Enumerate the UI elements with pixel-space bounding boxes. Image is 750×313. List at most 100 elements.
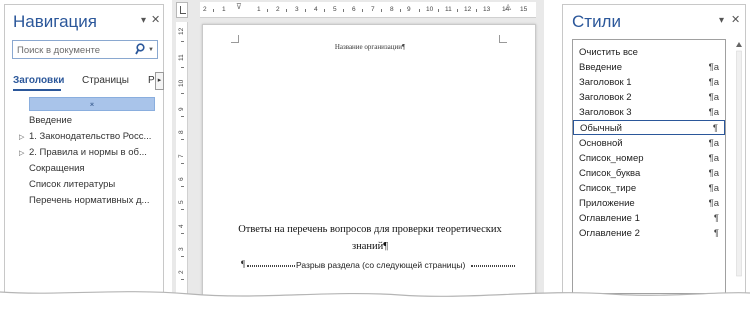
paragraph-style-icon: ¶ bbox=[713, 228, 719, 239]
style-item[interactable]: Приложение ¶a bbox=[573, 196, 725, 211]
style-name: Введение bbox=[579, 62, 623, 73]
close-icon[interactable]: ✕ bbox=[731, 15, 740, 26]
styles-pane: Стили ▾ ✕ Очистить все Введение ¶a Заголо… bbox=[562, 4, 746, 294]
title-line-1: Ответы на перечень вопросов для проверки… bbox=[238, 224, 502, 235]
collapse-icon: ⌅ bbox=[88, 99, 96, 108]
expand-triangle-icon[interactable]: ▷ bbox=[19, 133, 29, 141]
ruler-tick: 6 bbox=[352, 6, 356, 13]
tab-pages[interactable]: Страницы bbox=[82, 75, 129, 86]
style-name: Список_тире bbox=[579, 183, 637, 194]
tab-headings[interactable]: Заголовки bbox=[13, 75, 64, 86]
style-name: Основной bbox=[579, 138, 623, 149]
ruler-tick: 1 bbox=[222, 6, 226, 13]
expand-triangle-icon[interactable]: ▷ bbox=[19, 149, 29, 157]
style-item[interactable]: Список_буква ¶a bbox=[573, 166, 725, 181]
pane-options-icon[interactable]: ▾ bbox=[719, 16, 724, 26]
nav-item-regulations[interactable]: Перечень нормативных д... bbox=[29, 195, 149, 206]
ruler-tick: 4 bbox=[178, 224, 185, 228]
style-name: Приложение bbox=[579, 198, 635, 209]
ruler-tick: 15 bbox=[520, 6, 528, 13]
ruler-mark bbox=[181, 93, 184, 94]
nav-item-abbreviations[interactable]: Сокращения bbox=[29, 163, 85, 174]
linked-style-icon: ¶a bbox=[708, 168, 719, 179]
linked-style-icon: ¶a bbox=[708, 153, 719, 164]
ruler-mark bbox=[181, 233, 184, 234]
style-item[interactable]: Список_тире ¶a bbox=[573, 181, 725, 196]
pane-options-icon[interactable]: ▾ bbox=[141, 16, 146, 26]
vertical-ruler[interactable]: 12 11 10 9 8 7 6 5 4 3 2 1 bbox=[176, 22, 188, 302]
linked-style-icon: ¶a bbox=[708, 198, 719, 209]
nav-item-legislation[interactable]: ▷ 1. Законодательство Росс... bbox=[19, 131, 151, 142]
first-line-indent-marker[interactable]: ⊽ bbox=[236, 3, 242, 11]
style-item[interactable]: Оглавление 2 ¶ bbox=[573, 226, 725, 241]
section-break-label: Разрыв раздела (со следующей страницы) bbox=[295, 260, 467, 270]
style-clear-all[interactable]: Очистить все bbox=[573, 45, 725, 60]
collapse-all-bar[interactable]: ⌅ bbox=[29, 97, 155, 111]
chevron-down-icon[interactable]: ▼ bbox=[148, 47, 154, 53]
nav-item-label: Перечень нормативных д... bbox=[29, 195, 150, 206]
search-placeholder: Поиск в документе bbox=[17, 45, 100, 56]
style-item[interactable]: Введение ¶a bbox=[573, 60, 725, 75]
ruler-mark bbox=[362, 9, 363, 12]
document-page[interactable]: Название организации¶ Ответы на перечень… bbox=[202, 24, 536, 313]
nav-item-label: Введение bbox=[29, 115, 73, 126]
close-icon[interactable]: ✕ bbox=[151, 15, 160, 26]
ruler-tick: 12 bbox=[464, 6, 472, 13]
nav-item-rules[interactable]: ▷ 2. Правила и нормы в об... bbox=[19, 147, 147, 158]
style-item[interactable]: Заголовок 3 ¶a bbox=[573, 105, 725, 120]
ruler-mark bbox=[181, 186, 184, 187]
styles-scrollbar[interactable] bbox=[735, 39, 743, 294]
active-tab-indicator bbox=[13, 89, 61, 91]
nav-item-introduction[interactable]: Введение bbox=[29, 115, 72, 126]
ruler-tick: 8 bbox=[178, 130, 185, 134]
ruler-mark bbox=[438, 9, 439, 12]
style-item[interactable]: Список_номер ¶a bbox=[573, 151, 725, 166]
section-break-line bbox=[247, 265, 295, 267]
ruler-mark bbox=[181, 139, 184, 140]
style-name: Заголовок 1 bbox=[579, 77, 632, 88]
styles-title: Стили bbox=[572, 12, 621, 31]
style-item[interactable]: Основной ¶a bbox=[573, 136, 725, 151]
navigation-pane: Навигация ▾ ✕ Поиск в документе ▼ Заголо… bbox=[4, 4, 164, 294]
torn-edge-decoration bbox=[0, 291, 750, 313]
ruler-mark bbox=[324, 9, 325, 12]
style-name: Очистить все bbox=[579, 47, 638, 58]
nav-item-label: 2. Правила и нормы в об... bbox=[29, 147, 147, 158]
ruler-mark bbox=[305, 9, 306, 12]
crop-mark bbox=[499, 35, 507, 43]
linked-style-icon: ¶a bbox=[708, 107, 719, 118]
pilcrow-mark: ¶ bbox=[241, 259, 246, 269]
tab-results[interactable]: Р bbox=[148, 75, 155, 86]
linked-style-icon: ¶a bbox=[708, 138, 719, 149]
section-break: ¶ Разрыв раздела (со следующей страницы) bbox=[241, 259, 517, 271]
ruler-mark bbox=[181, 116, 184, 117]
ruler-tick: 11 bbox=[445, 6, 452, 13]
ruler-tick: 3 bbox=[295, 6, 299, 13]
tabs-scroll-right-button[interactable]: ▸ bbox=[155, 72, 164, 90]
search-input[interactable]: Поиск в документе ▼ bbox=[12, 40, 158, 59]
ruler-tick: 3 bbox=[178, 247, 185, 251]
ruler-mark bbox=[476, 9, 477, 12]
ruler-mark bbox=[343, 9, 344, 12]
style-item[interactable]: Заголовок 1 ¶a bbox=[573, 75, 725, 90]
style-name: Оглавление 2 bbox=[579, 228, 640, 239]
ruler-tick: 14 bbox=[502, 6, 510, 13]
nav-item-references[interactable]: Список литературы bbox=[29, 179, 115, 190]
ruler-mark bbox=[286, 9, 287, 12]
tab-selector[interactable] bbox=[176, 2, 188, 18]
crop-mark bbox=[231, 35, 239, 43]
style-item-selected[interactable]: Обычный ¶ bbox=[573, 120, 725, 135]
ruler-tick: 9 bbox=[407, 6, 411, 13]
search-icon[interactable] bbox=[135, 43, 145, 56]
style-item[interactable]: Оглавление 1 ¶ bbox=[573, 211, 725, 226]
style-name: Обычный bbox=[580, 123, 622, 134]
style-name: Заголовок 2 bbox=[579, 92, 632, 103]
nav-item-label: Сокращения bbox=[29, 163, 85, 174]
ruler-mark bbox=[181, 41, 184, 42]
horizontal-ruler[interactable]: 2 1 ⊽ 1 2 3 4 5 6 7 8 9 10 11 12 13 △ 14… bbox=[200, 2, 536, 18]
ruler-mark bbox=[181, 279, 184, 280]
ruler-tick: 2 bbox=[178, 270, 185, 274]
ruler-tick: 2 bbox=[276, 6, 280, 13]
ruler-tick: 8 bbox=[390, 6, 394, 13]
style-item[interactable]: Заголовок 2 ¶a bbox=[573, 90, 725, 105]
